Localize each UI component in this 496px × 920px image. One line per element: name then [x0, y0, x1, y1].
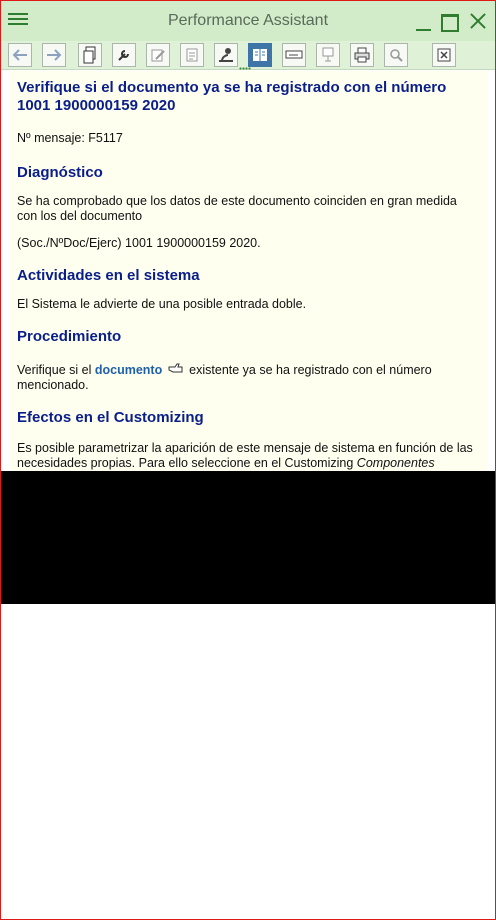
magnifier-icon: [390, 49, 403, 62]
redacted-region: [1, 471, 495, 604]
customizing-path: Componentes: [356, 456, 435, 470]
notes-button[interactable]: [282, 43, 306, 67]
book-icon: [253, 49, 267, 61]
minimize-icon[interactable]: [415, 15, 433, 33]
close-window-icon[interactable]: [468, 11, 488, 31]
back-button[interactable]: [8, 43, 32, 67]
document-button[interactable]: [78, 43, 102, 67]
arrow-left-icon: [12, 49, 27, 61]
section-heading-diagnosis: Diagnóstico: [17, 164, 103, 181]
document-icon: [83, 46, 96, 64]
page-icon: [186, 48, 198, 62]
edit-button[interactable]: [146, 43, 170, 67]
print-preview-button[interactable]: [180, 43, 204, 67]
maximize-icon[interactable]: [441, 14, 459, 32]
diagnosis-reference: (Soc./NºDoc/Ejerc) 1001 1900000159 2020.: [17, 236, 261, 250]
toolbar: [1, 41, 495, 70]
performance-assistant-window: Performance Assistant Verifique si el do…: [0, 0, 496, 920]
pencil-icon: [151, 49, 165, 62]
message-number: Nº mensaje: F5117: [17, 131, 123, 145]
section-heading-system-activities: Actividades en el sistema: [17, 267, 200, 284]
section-heading-customizing: Efectos en el Customizing: [17, 409, 204, 426]
close-button[interactable]: [432, 43, 456, 67]
printer-icon: [354, 47, 370, 63]
arrow-right-icon: [47, 49, 62, 61]
tree-icon: [322, 47, 334, 62]
customizing-text: Es posible parametrizar la aparición de …: [17, 441, 479, 471]
assistant-button[interactable]: [214, 43, 238, 67]
document-title: Verifique si el documento ya se ha regis…: [17, 79, 447, 114]
forward-button[interactable]: [42, 43, 66, 67]
resize-grip[interactable]: [239, 67, 251, 70]
section-heading-procedure: Procedimiento: [17, 328, 122, 345]
technical-info-button[interactable]: [112, 43, 136, 67]
print-button[interactable]: [350, 43, 374, 67]
diagnosis-text: Se ha comprobado que los datos de este d…: [17, 194, 457, 223]
procedure-text-start: Verifique si el: [17, 363, 92, 377]
find-button[interactable]: [384, 43, 408, 67]
person-icon: [219, 48, 233, 62]
title-bar: Performance Assistant: [1, 1, 495, 41]
long-text-button[interactable]: [248, 43, 272, 67]
structure-button[interactable]: [316, 43, 340, 67]
document-link[interactable]: documento: [95, 363, 162, 377]
procedure-text: Verifique si el documento existente ya s…: [17, 362, 479, 393]
close-icon: [437, 48, 451, 62]
system-activities-text: El Sistema le advierte de una posible en…: [17, 297, 307, 311]
document-pane: Verifique si el documento ya se ha regis…: [9, 71, 487, 471]
note-icon: [285, 50, 303, 59]
wrench-icon: [118, 50, 129, 61]
hand-pointer-icon: [168, 363, 183, 373]
